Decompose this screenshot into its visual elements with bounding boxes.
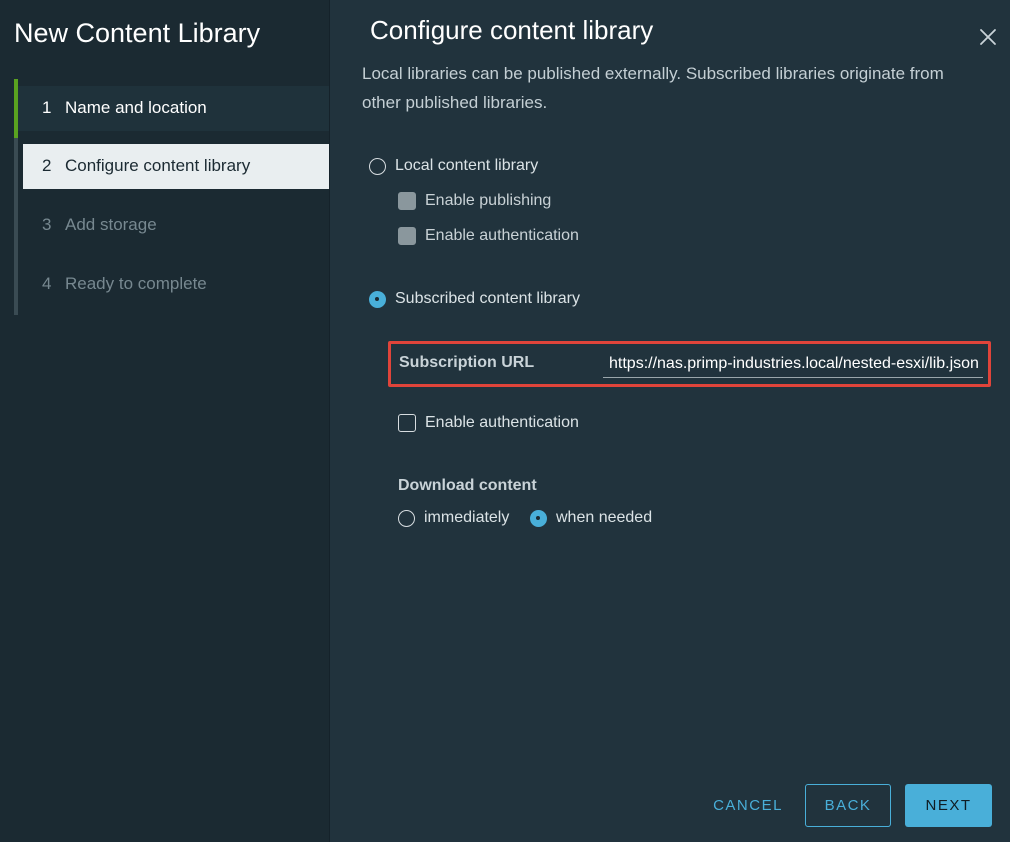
subscribed-library-label: Subscribed content library — [395, 290, 580, 307]
cancel-button[interactable]: CANCEL — [702, 784, 794, 827]
local-library-label: Local content library — [395, 157, 539, 174]
step-number: 4 — [42, 274, 52, 293]
step-number: 1 — [42, 98, 52, 117]
enable-publishing-label: Enable publishing — [425, 192, 552, 209]
new-content-library-dialog: New Content Library 1 Name and location … — [0, 0, 1010, 842]
download-when-needed-option[interactable]: when needed — [530, 509, 652, 527]
download-when-needed-label: when needed — [556, 509, 653, 526]
local-enable-authentication-option: Enable authentication — [398, 227, 579, 245]
subscription-url-row: Subscription URL — [388, 341, 991, 387]
step-number: 3 — [42, 215, 52, 234]
step-label: Name and location — [65, 98, 207, 117]
step-label: Ready to complete — [65, 274, 207, 293]
close-icon — [980, 29, 996, 45]
subscription-url-input[interactable] — [603, 350, 983, 378]
subscribed-library-option[interactable]: Subscribed content library — [369, 290, 580, 308]
step-number: 2 — [42, 156, 52, 175]
step-add-storage: 3 Add storage — [14, 197, 329, 256]
download-content-label: Download content — [398, 477, 537, 494]
subscription-url-label: Subscription URL — [399, 354, 535, 371]
wizard-sidebar: New Content Library 1 Name and location … — [0, 0, 330, 842]
local-enable-authentication-label: Enable authentication — [425, 227, 579, 244]
subscribed-enable-authentication-option[interactable]: Enable authentication — [398, 414, 579, 432]
enable-publishing-checkbox — [398, 192, 416, 210]
wizard-title: New Content Library — [14, 18, 261, 48]
step-ready-to-complete: 4 Ready to complete — [14, 256, 329, 315]
main-panel: Configure content library Local librarie… — [330, 0, 1010, 842]
local-library-radio[interactable] — [369, 157, 386, 175]
download-when-needed-radio[interactable] — [530, 509, 547, 527]
download-immediately-radio[interactable] — [398, 509, 415, 527]
subscribed-enable-authentication-checkbox[interactable] — [398, 414, 416, 432]
wizard-steps: 1 Name and location 2 Configure content … — [14, 79, 329, 315]
subscribed-enable-authentication-label: Enable authentication — [425, 414, 579, 431]
download-immediately-option[interactable]: immediately — [398, 509, 509, 527]
step-label: Add storage — [65, 215, 157, 234]
close-button[interactable] — [978, 27, 998, 47]
page-title: Configure content library — [370, 15, 654, 45]
next-button[interactable]: NEXT — [905, 784, 992, 827]
download-immediately-label: immediately — [424, 509, 510, 526]
back-button[interactable]: BACK — [805, 784, 891, 827]
page-description: Local libraries can be published externa… — [362, 64, 944, 112]
local-library-option[interactable]: Local content library — [369, 157, 538, 175]
step-label: Configure content library — [65, 156, 251, 175]
step-configure-content-library[interactable]: 2 Configure content library — [14, 138, 329, 197]
local-enable-authentication-checkbox — [398, 227, 416, 245]
subscribed-library-radio[interactable] — [369, 290, 386, 308]
step-name-and-location[interactable]: 1 Name and location — [14, 79, 329, 138]
enable-publishing-option: Enable publishing — [398, 192, 551, 210]
